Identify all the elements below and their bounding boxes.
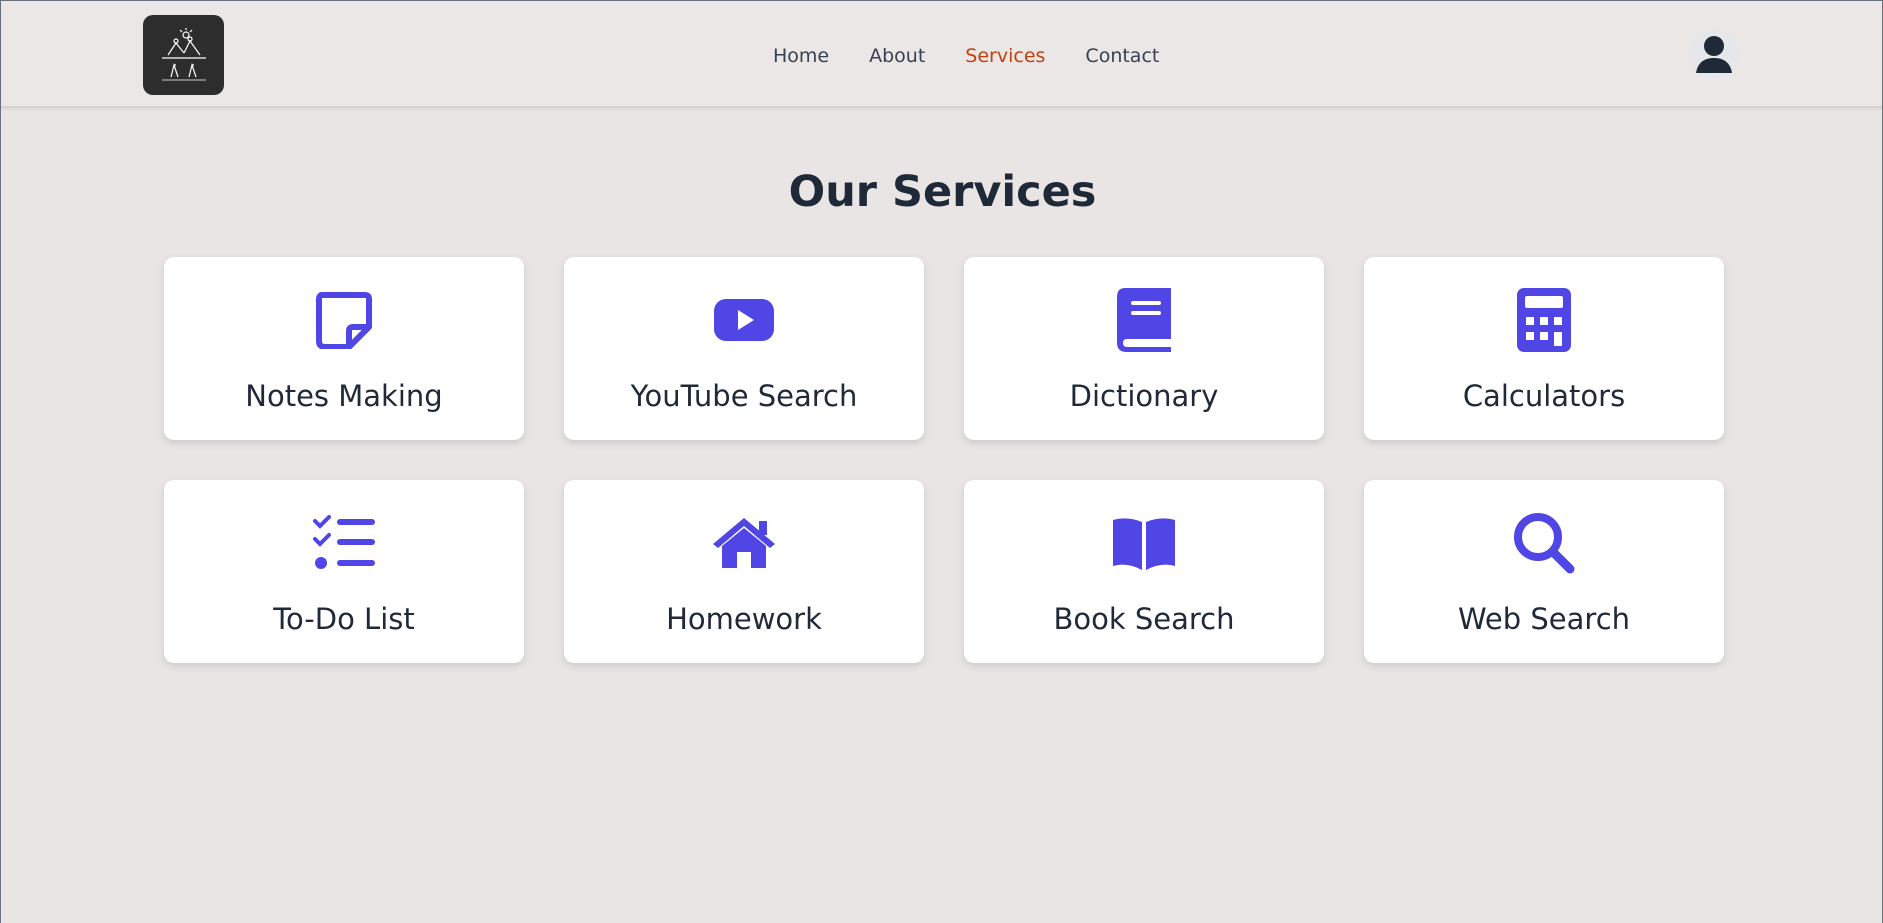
- service-card-todo-list[interactable]: To-Do List: [164, 480, 524, 663]
- service-card-notes-making[interactable]: Notes Making: [164, 257, 524, 440]
- book-open-icon: [1109, 510, 1179, 576]
- top-navbar: Home About Services Contact: [1, 1, 1882, 108]
- youtube-icon: [709, 287, 779, 353]
- service-card-youtube-search[interactable]: YouTube Search: [564, 257, 924, 440]
- user-icon: [1696, 36, 1732, 73]
- sticky-note-icon: [309, 287, 379, 353]
- site-logo[interactable]: [143, 15, 224, 95]
- service-label: Homework: [666, 602, 822, 636]
- nav-home[interactable]: Home: [773, 45, 829, 67]
- page-title: Our Services: [788, 167, 1097, 217]
- service-label: YouTube Search: [630, 379, 858, 413]
- service-label: Notes Making: [245, 379, 443, 413]
- main-nav: Home About Services Contact: [773, 43, 1159, 69]
- list-check-icon: [309, 510, 379, 576]
- service-label: To-Do List: [273, 602, 415, 636]
- service-card-web-search[interactable]: Web Search: [1364, 480, 1724, 663]
- book-icon: [1109, 287, 1179, 353]
- service-label: Web Search: [1457, 602, 1631, 636]
- service-label: Calculators: [1462, 379, 1626, 413]
- service-card-book-search[interactable]: Book Search: [964, 480, 1324, 663]
- search-icon: [1509, 510, 1579, 576]
- nav-about[interactable]: About: [869, 45, 925, 67]
- service-card-homework[interactable]: Homework: [564, 480, 924, 663]
- service-label: Book Search: [1053, 602, 1235, 636]
- app-window: Home About Services Contact Our Services…: [0, 0, 1883, 923]
- nav-contact[interactable]: Contact: [1085, 45, 1159, 67]
- calculator-icon: [1509, 287, 1579, 353]
- service-label: Dictionary: [1069, 379, 1219, 413]
- service-card-dictionary[interactable]: Dictionary: [964, 257, 1324, 440]
- services-grid: Notes Making YouTube Search Dictionary C…: [164, 257, 1724, 663]
- logo-emblem-icon: [161, 28, 206, 81]
- nav-services[interactable]: Services: [965, 45, 1045, 67]
- service-card-calculators[interactable]: Calculators: [1364, 257, 1724, 440]
- user-avatar[interactable]: [1689, 29, 1739, 79]
- home-icon: [709, 510, 779, 576]
